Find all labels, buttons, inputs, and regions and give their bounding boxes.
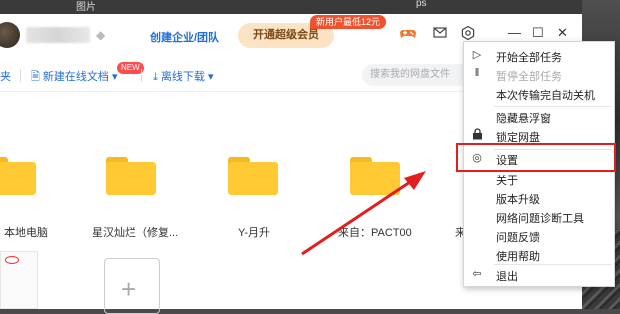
menu-item-exit[interactable]: ⇦ 退出 — [464, 265, 616, 284]
toolbar-divider — [141, 69, 142, 82]
search-input[interactable]: 搜索我的网盘文件 — [362, 64, 470, 86]
gamepad-icon[interactable] — [400, 26, 416, 44]
settings-highlight-box — [456, 143, 616, 172]
menu-item-network-diagnose[interactable]: 网络问题诊断工具 — [464, 207, 616, 226]
file-name[interactable]: 本地电脑 — [4, 224, 48, 240]
avatar[interactable] — [0, 22, 20, 48]
plus-icon: + — [121, 274, 137, 304]
chevron-down-icon: ▾ — [208, 71, 214, 83]
maximize-button[interactable]: ☐ — [532, 25, 544, 41]
offline-download-button[interactable]: ⤓ 离线下载 ▾ — [153, 68, 214, 84]
menu-item-auto-shutdown[interactable]: 本次传输完自动关机 — [464, 84, 616, 103]
menu-item-hide-float[interactable]: 隐藏悬浮窗 — [464, 107, 616, 126]
new-badge: NEW — [117, 62, 144, 74]
desktop-label: ps — [416, 0, 427, 9]
menu-item-help[interactable]: 使用帮助 — [464, 245, 616, 264]
menu-item-pause-all[interactable]: ‖ 暂停全部任务 — [464, 65, 616, 84]
new-online-doc-button[interactable]: 🗎 新建在线文档 ▾ — [31, 68, 118, 87]
file-name[interactable]: 星汉灿烂（修复... — [92, 224, 178, 240]
username-blurred — [26, 27, 90, 43]
folder-icon[interactable] — [106, 157, 156, 195]
document-thumbnail[interactable] — [0, 251, 38, 309]
chevron-down-icon: ▾ — [111, 71, 118, 83]
pause-icon: ‖ — [474, 67, 480, 79]
diamond-icon[interactable]: ◆ — [96, 28, 105, 42]
menu-item-feedback[interactable]: 问题反馈 — [464, 226, 616, 245]
menu-item-start-all[interactable]: ▷ 开始全部任务 — [464, 46, 616, 65]
vip-promo-tag: 新用户最低12元 — [310, 15, 387, 29]
download-icon: ⤓ — [153, 71, 158, 83]
new-online-doc-label: 新建在线文档 — [42, 71, 109, 83]
create-enterprise-link[interactable]: 创建企业/团队 — [150, 29, 219, 45]
close-button[interactable]: ✕ — [557, 25, 568, 41]
folder-icon[interactable] — [0, 157, 36, 195]
add-button[interactable]: + — [104, 258, 160, 314]
file-name[interactable]: 来自：PACT00 — [338, 224, 412, 240]
document-icon: 🗎 — [31, 71, 40, 83]
logout-icon: ⇦ — [472, 268, 482, 280]
offline-download-label: 离线下载 — [160, 71, 205, 83]
toolbar-divider — [20, 69, 21, 82]
desktop-background-top: 图片 ps — [0, 0, 620, 14]
desktop-label: 图片 — [76, 2, 96, 13]
lock-icon — [470, 128, 484, 143]
folder-icon[interactable] — [350, 157, 400, 195]
play-icon: ▷ — [472, 49, 482, 61]
new-folder-button[interactable]: 夹 — [0, 68, 11, 84]
minimize-button[interactable]: — — [508, 25, 521, 40]
folder-icon[interactable] — [228, 157, 278, 195]
menu-item-upgrade[interactable]: 版本升级 — [464, 188, 616, 207]
file-name[interactable]: Y-月升 — [238, 224, 270, 240]
mail-icon[interactable] — [433, 26, 447, 42]
